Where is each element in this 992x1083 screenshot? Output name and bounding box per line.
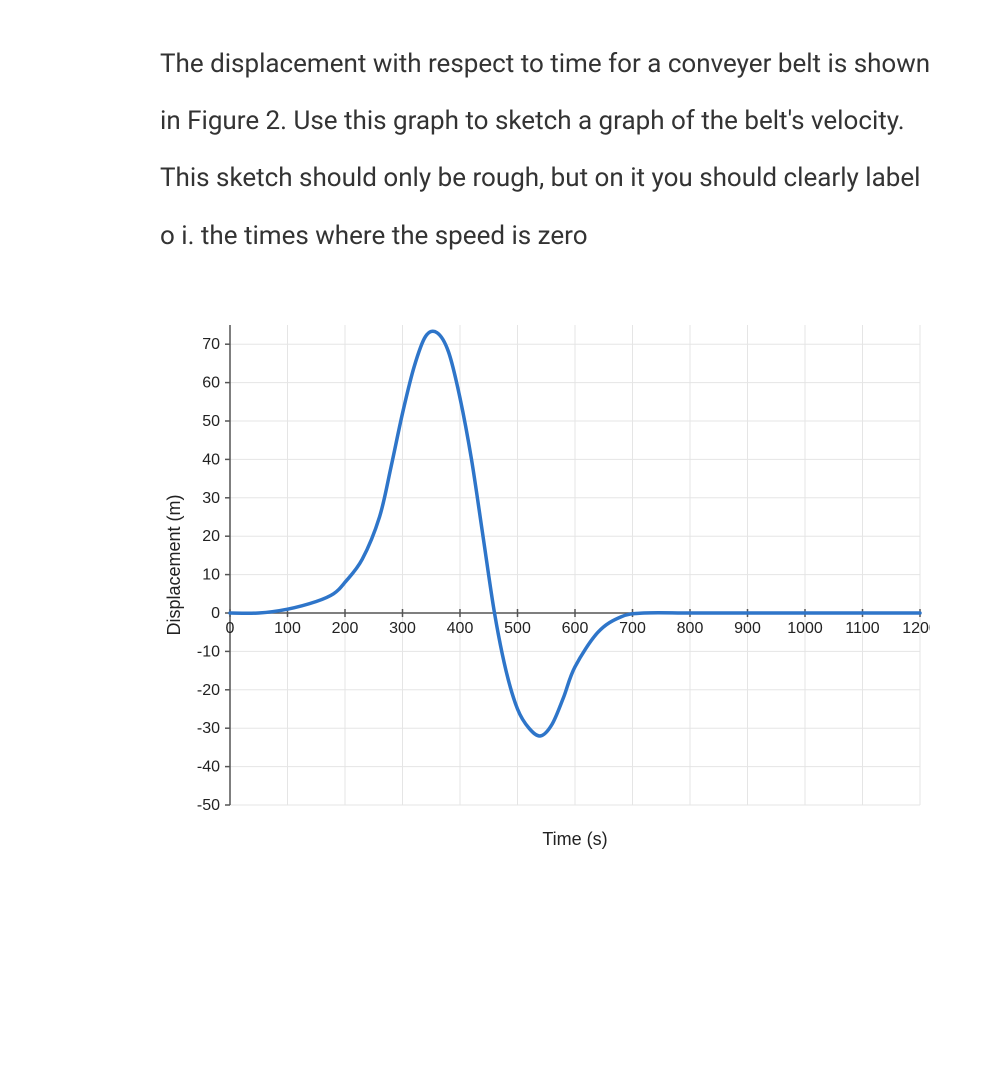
- x-tick-label: 600: [562, 620, 589, 637]
- y-tick-label: -20: [197, 682, 220, 699]
- x-tick-label: 1200: [902, 620, 930, 637]
- y-axis-label: Displacement (m): [164, 494, 184, 635]
- x-tick-label: 100: [274, 620, 301, 637]
- y-tick-label: 10: [202, 566, 220, 583]
- y-tick-label: -10: [197, 643, 220, 660]
- x-tick-label: 300: [389, 620, 416, 637]
- x-tick-label: 400: [447, 620, 474, 637]
- y-tick-label: 50: [202, 413, 220, 430]
- y-tick-label: -30: [197, 720, 220, 737]
- question-prompt: The displacement with respect to time fo…: [160, 36, 932, 265]
- x-tick-label: 200: [332, 620, 359, 637]
- chart-svg: 0100200300400500600700800900100011001200…: [160, 305, 930, 855]
- x-axis-label: Time (s): [542, 829, 607, 849]
- x-tick-label: 700: [619, 620, 646, 637]
- y-tick-label: -50: [197, 797, 220, 814]
- x-tick-label: 500: [504, 620, 531, 637]
- page-root: The displacement with respect to time fo…: [0, 0, 992, 1083]
- x-tick-label: 0: [226, 620, 235, 637]
- displacement-chart: 0100200300400500600700800900100011001200…: [160, 305, 930, 855]
- y-tick-label: 70: [202, 336, 220, 353]
- y-tick-label: 20: [202, 528, 220, 545]
- x-tick-label: 800: [677, 620, 704, 637]
- y-tick-label: 40: [202, 451, 220, 468]
- y-tick-label: -40: [197, 758, 220, 775]
- y-tick-label: 60: [202, 374, 220, 391]
- x-tick-label: 1000: [787, 620, 823, 637]
- x-tick-label: 900: [734, 620, 761, 637]
- y-tick-label: 30: [202, 490, 220, 507]
- x-tick-label: 1100: [845, 620, 880, 637]
- y-tick-label: 0: [211, 605, 220, 622]
